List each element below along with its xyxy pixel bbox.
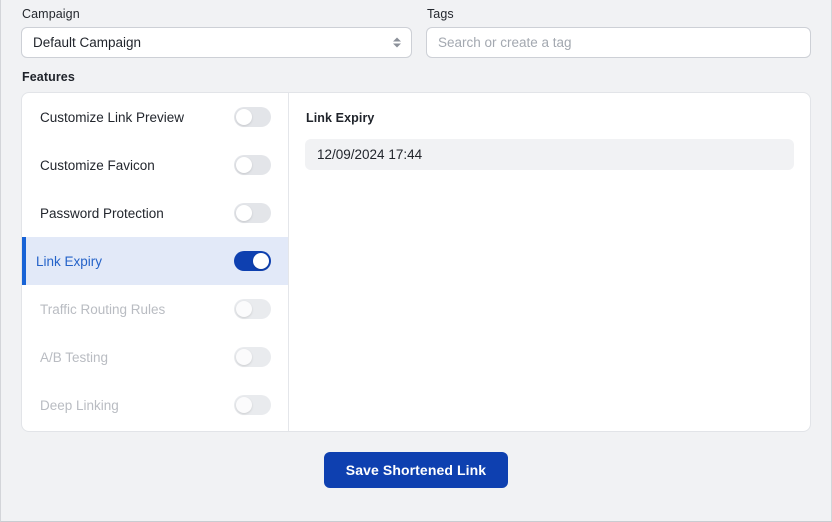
campaign-select[interactable]: Default Campaign	[21, 27, 413, 58]
top-fields-row: Campaign Default Campaign Tags	[1, 0, 831, 58]
link-expiry-datetime-input[interactable]	[305, 139, 794, 170]
feature-label: Password Protection	[40, 205, 164, 221]
feature-toggle	[234, 395, 271, 415]
features-card: Customize Link Preview Customize Favicon P…	[21, 92, 811, 432]
campaign-field-group: Campaign Default Campaign	[21, 7, 413, 58]
toggle-knob	[236, 397, 252, 413]
feature-row[interactable]: Link Expiry	[22, 237, 288, 285]
toggle-knob	[236, 109, 252, 125]
campaign-selected-value: Default Campaign	[33, 34, 142, 50]
toggle-knob	[236, 157, 252, 173]
feature-toggle[interactable]	[234, 203, 271, 223]
campaign-label: Campaign	[22, 7, 80, 21]
toggle-knob	[236, 205, 252, 221]
feature-toggle	[234, 347, 271, 367]
link-settings-panel: Campaign Default Campaign Tags Features …	[0, 0, 832, 522]
feature-toggle	[234, 299, 271, 319]
feature-toggle[interactable]	[234, 251, 271, 271]
features-heading: Features	[22, 70, 75, 84]
feature-label: A/B Testing	[40, 349, 109, 365]
toggle-knob	[253, 253, 269, 269]
feature-row: Traffic Routing Rules	[22, 285, 288, 333]
feature-label: Link Expiry	[36, 253, 103, 269]
feature-row: A/B Testing	[22, 333, 288, 381]
feature-row: Deep Linking	[22, 381, 288, 429]
feature-list: Customize Link Preview Customize Favicon P…	[22, 93, 289, 431]
detail-title: Link Expiry	[306, 111, 375, 125]
feature-detail-pane: Link Expiry	[289, 93, 810, 431]
feature-label: Customize Favicon	[40, 157, 155, 173]
save-shortened-link-button[interactable]: Save Shortened Link	[323, 452, 509, 488]
chevron-up-down-icon	[391, 34, 402, 51]
feature-row[interactable]: Customize Link Preview	[22, 93, 288, 141]
toggle-knob	[236, 349, 252, 365]
feature-label: Deep Linking	[40, 397, 119, 413]
feature-row[interactable]: Password Protection	[22, 189, 288, 237]
feature-toggle[interactable]	[234, 155, 271, 175]
tags-label: Tags	[426, 7, 454, 21]
footer-actions: Save Shortened Link	[1, 432, 831, 488]
feature-row[interactable]: Customize Favicon	[22, 141, 288, 189]
field-spacer	[412, 7, 426, 58]
tags-input[interactable]	[425, 27, 811, 58]
feature-toggle[interactable]	[234, 107, 271, 127]
toggle-knob	[236, 301, 252, 317]
feature-label: Traffic Routing Rules	[40, 301, 166, 317]
tags-field-group: Tags	[425, 7, 811, 58]
feature-label: Customize Link Preview	[40, 109, 185, 125]
